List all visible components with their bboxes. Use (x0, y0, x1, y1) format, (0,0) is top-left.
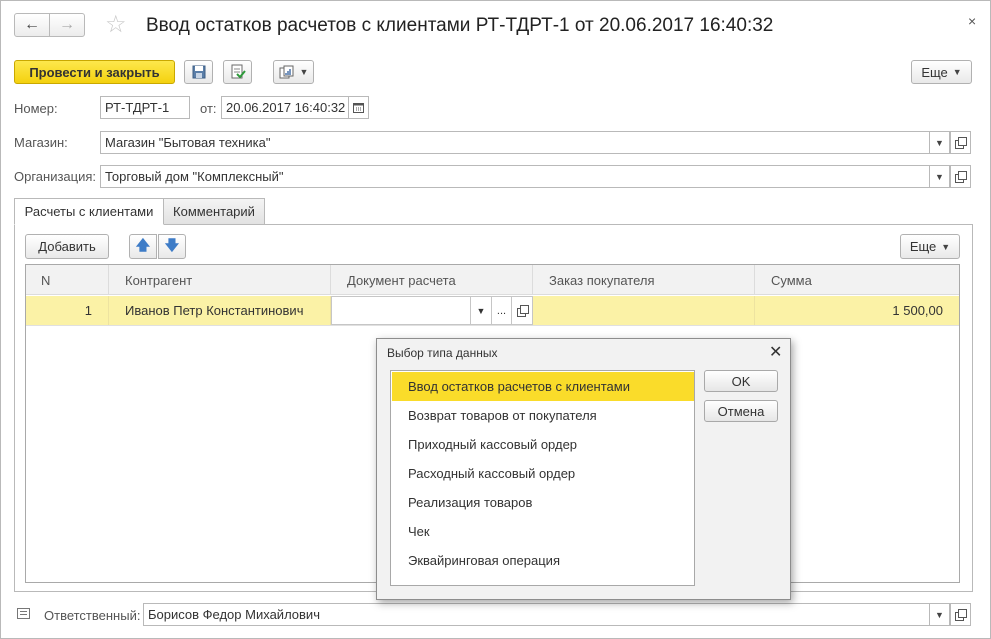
column-header-document[interactable]: Документ расчета (331, 265, 533, 295)
arrow-right-icon: → (59, 16, 75, 33)
chevron-down-icon: ▼ (299, 67, 309, 77)
arrow-left-icon: ← (24, 16, 40, 33)
row-order[interactable] (533, 296, 755, 325)
open-icon (955, 609, 967, 621)
tab-settlements[interactable]: Расчеты с клиентами (14, 198, 164, 225)
move-down-button[interactable]: 🡇 (158, 234, 186, 259)
responsible-field[interactable]: Борисов Федор Михайлович (143, 603, 930, 626)
list-item[interactable]: Реализация товаров (392, 488, 694, 517)
store-label: Магазин: (14, 135, 68, 150)
forward-button[interactable]: → (49, 13, 85, 37)
open-icon (955, 171, 967, 183)
document-open-button[interactable] (511, 297, 532, 324)
row-number: 1 (26, 296, 109, 325)
date-label: от: (200, 101, 217, 116)
close-icon[interactable]: × (968, 13, 976, 29)
list-item[interactable]: Возврат товаров от покупателя (392, 401, 694, 430)
reports-icon (279, 65, 294, 79)
post-button[interactable] (223, 60, 252, 84)
row-amount[interactable]: 1 500,00 (755, 296, 959, 325)
more-label: Еще (921, 64, 948, 80)
open-icon (955, 137, 967, 149)
document-editor-field[interactable]: ▼ ... (331, 296, 533, 325)
row-counterparty[interactable]: Иванов Петр Константинович (109, 296, 331, 325)
dialog-title: Выбор типа данных (387, 346, 498, 360)
chevron-down-icon: ▼ (952, 67, 962, 77)
post-document-icon (231, 64, 246, 79)
arrow-up-icon: 🡅 (135, 236, 151, 253)
data-type-dialog: Выбор типа данных ✕ Ввод остатков расчет… (376, 338, 791, 600)
date-field[interactable]: 20.06.2017 16:40:32 (221, 96, 349, 119)
column-header-order[interactable]: Заказ покупателя (533, 265, 755, 295)
ok-button[interactable]: OK (704, 370, 778, 392)
data-type-list[interactable]: Ввод остатков расчетов с клиентами Возвр… (390, 370, 695, 586)
comment-icon[interactable] (17, 608, 30, 619)
add-button[interactable]: Добавить (25, 234, 109, 259)
document-select-button[interactable]: ... (491, 297, 511, 324)
chevron-down-icon: ▼ (476, 305, 486, 316)
column-header-counterparty[interactable]: Контрагент (109, 265, 331, 295)
responsible-open-button[interactable] (950, 603, 971, 626)
cancel-button[interactable]: Отмена (704, 400, 778, 422)
list-item[interactable]: Расходный кассовый ордер (392, 459, 694, 488)
table-header: N Контрагент Документ расчета Заказ поку… (26, 265, 959, 295)
more-actions-button[interactable]: Еще ▼ (911, 60, 972, 84)
table-more-label: Еще (909, 239, 937, 254)
responsible-label: Ответственный: (44, 608, 141, 623)
list-item[interactable]: Эквайринговая операция (392, 546, 694, 575)
list-item[interactable]: Ввод остатков расчетов с клиентами (392, 372, 694, 401)
organization-dropdown-button[interactable]: ▼ (929, 165, 950, 188)
document-window: ← → ☆ Ввод остатков расчетов с клиентами… (0, 0, 991, 639)
dialog-close-icon[interactable]: ✕ (769, 342, 782, 362)
organization-field[interactable]: Торговый дом "Комплексный" (100, 165, 930, 188)
store-dropdown-button[interactable]: ▼ (929, 131, 950, 154)
favorite-star-icon[interactable]: ☆ (105, 13, 127, 37)
back-button[interactable]: ← (14, 13, 50, 37)
number-field[interactable]: РТ-ТДРТ-1 (100, 96, 190, 119)
organization-label: Организация: (14, 169, 97, 184)
open-icon (516, 305, 529, 317)
chevron-down-icon: ▼ (935, 171, 944, 182)
save-icon (192, 65, 205, 79)
organization-open-button[interactable] (950, 165, 971, 188)
table-row[interactable]: 1 Иванов Петр Константинович ▼ ... 1 500… (26, 296, 959, 325)
arrow-down-icon: 🡇 (164, 236, 180, 253)
save-button[interactable] (184, 60, 213, 84)
column-header-n[interactable]: N (26, 265, 109, 295)
store-field[interactable]: Магазин "Бытовая техника" (100, 131, 930, 154)
calendar-icon (353, 103, 364, 113)
responsible-dropdown-button[interactable]: ▼ (929, 603, 950, 626)
chevron-down-icon: ▼ (935, 609, 944, 620)
list-item[interactable]: Чек (392, 517, 694, 546)
chevron-down-icon: ▼ (941, 241, 951, 252)
column-header-amount[interactable]: Сумма (755, 265, 959, 295)
table-more-button[interactable]: Еще ▼ (900, 234, 960, 259)
tab-comment[interactable]: Комментарий (163, 198, 265, 225)
store-open-button[interactable] (950, 131, 971, 154)
chevron-down-icon: ▼ (935, 137, 944, 148)
page-title: Ввод остатков расчетов с клиентами РТ-ТД… (146, 15, 774, 36)
row-divider (26, 325, 959, 326)
list-item[interactable]: Приходный кассовый ордер (392, 430, 694, 459)
reports-dropdown-button[interactable]: ▼ (273, 60, 314, 84)
post-and-close-button[interactable]: Провести и закрыть (14, 60, 175, 84)
document-dropdown-button[interactable]: ▼ (470, 297, 491, 324)
calendar-button[interactable] (348, 96, 369, 119)
number-label: Номер: (14, 101, 58, 116)
move-up-button[interactable]: 🡅 (129, 234, 157, 259)
